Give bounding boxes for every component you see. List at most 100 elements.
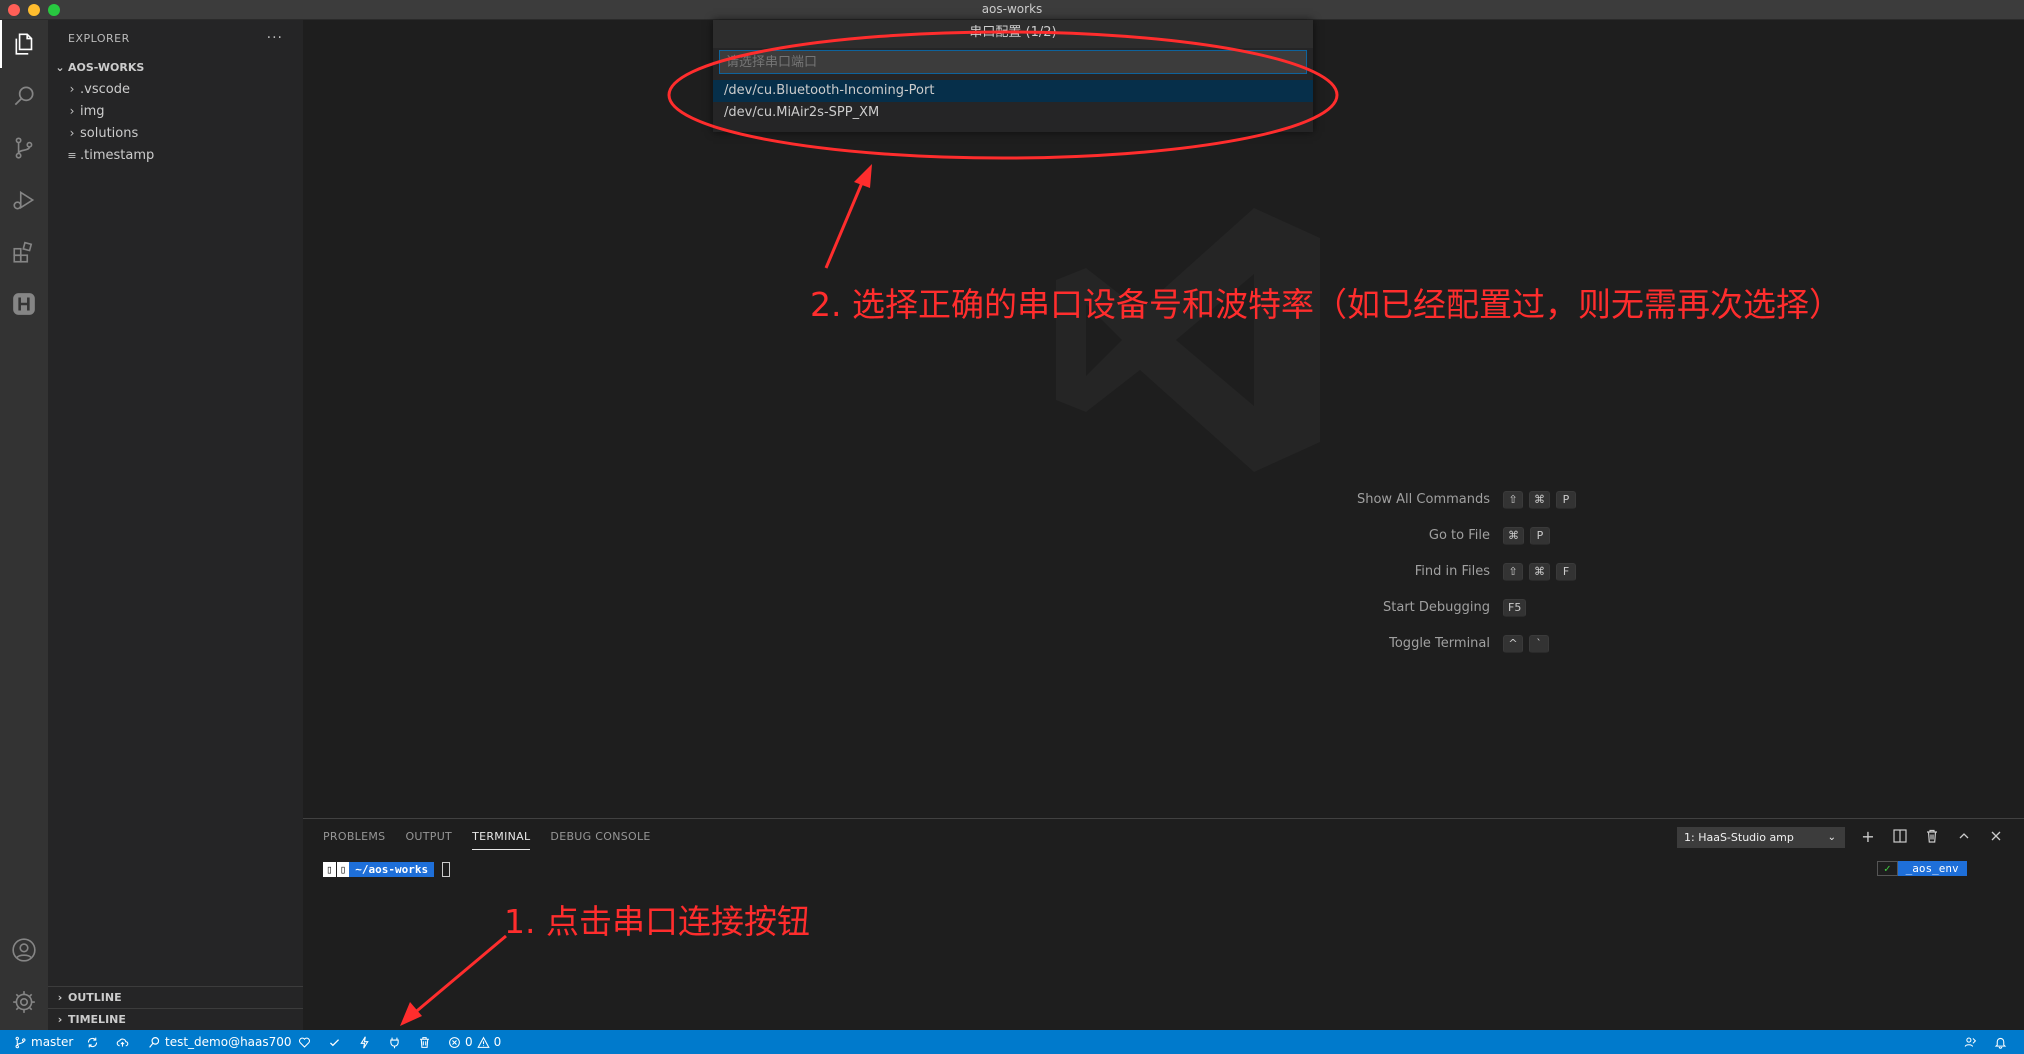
- key-cap: ⇧: [1503, 563, 1523, 581]
- annotation-step-1: 1. 点击串口连接按钮: [504, 902, 810, 941]
- tree-item-label: solutions: [80, 125, 139, 141]
- trash-icon[interactable]: [1923, 827, 1941, 845]
- warning-icon: [476, 1036, 490, 1048]
- branch-status[interactable]: master: [14, 1030, 73, 1054]
- device-name: test_demo@haas700: [165, 1035, 292, 1049]
- prompt-path: ~/aos-works: [349, 861, 435, 877]
- terminal-right-prompt: ✓ _aos_env: [1877, 861, 1967, 877]
- chevron-right-icon: ›: [57, 991, 63, 1004]
- prompt-segment: ▯: [336, 861, 350, 877]
- tree-item-vscode[interactable]: › .vscode: [48, 78, 303, 100]
- shortcut-label: Show All Commands: [1356, 492, 1490, 507]
- key-cap: ⇧: [1503, 491, 1523, 509]
- shortcut-label: Toggle Terminal: [1389, 636, 1490, 651]
- chevron-down-icon: ⌄: [55, 60, 65, 74]
- flash-icon[interactable]: [358, 1030, 371, 1054]
- notifications-bell-icon[interactable]: [1994, 1030, 2007, 1054]
- git-branch-icon: [15, 1036, 26, 1048]
- env-badge: _aos_env: [1897, 861, 1967, 876]
- key-cap: ⌘: [1503, 527, 1524, 545]
- clean-trash-icon[interactable]: [418, 1030, 431, 1054]
- tab-terminal[interactable]: TERMINAL: [472, 819, 531, 850]
- annotation-step-2: 2. 选择正确的串口设备号和波特率（如已经配置过，则无需再次选择）: [810, 285, 1842, 324]
- explorer-header: EXPLORER ···: [48, 20, 303, 56]
- status-check-icon: ✓: [1877, 861, 1898, 876]
- key-cap: P: [1556, 491, 1576, 509]
- terminal-cursor: [442, 861, 451, 877]
- tree-item-label: .timestamp: [80, 147, 155, 163]
- haas-studio-icon[interactable]: [0, 280, 48, 328]
- status-bar: master test_demo@haas700 0 0: [0, 1030, 2024, 1054]
- title-bar: aos-works: [0, 0, 2024, 20]
- live-share-icon[interactable]: [1964, 1030, 1977, 1054]
- tab-problems[interactable]: PROBLEMS: [323, 819, 385, 855]
- editor-area: Show All Commands ⇧ ⌘ P Go to File ⌘ P F…: [303, 20, 2024, 818]
- account-icon[interactable]: [0, 926, 48, 974]
- shortcut-label: Find in Files: [1414, 564, 1490, 579]
- tab-output[interactable]: OUTPUT: [405, 819, 452, 855]
- source-control-icon[interactable]: [0, 124, 48, 172]
- close-panel-icon[interactable]: [1987, 827, 2005, 845]
- run-debug-icon[interactable]: [0, 176, 48, 224]
- chevron-right-icon: ›: [69, 82, 75, 96]
- workspace-root-label: AOS-WORKS: [68, 60, 145, 74]
- terminal-prompt[interactable]: ▯ ▯ ~/aos-works: [323, 861, 451, 877]
- chevron-right-icon: ›: [69, 104, 75, 118]
- activity-bar: [0, 20, 48, 1030]
- terminal-select[interactable]: 1: HaaS-Studio amp ⌄: [1677, 827, 1845, 848]
- tab-debug-console[interactable]: DEBUG CONSOLE: [550, 819, 650, 855]
- shortcut-row: Toggle Terminal ^ `: [303, 634, 2024, 654]
- serial-port-option[interactable]: /dev/cu.Bluetooth-Incoming-Port: [713, 80, 1313, 102]
- device-status[interactable]: test_demo@haas700: [148, 1030, 292, 1054]
- key-cap: ⌘: [1529, 491, 1550, 509]
- settings-gear-icon[interactable]: [0, 978, 48, 1026]
- shortcut-row: Show All Commands ⇧ ⌘ P: [303, 490, 2024, 510]
- problems-status[interactable]: 0 0: [448, 1030, 501, 1054]
- error-count: 0: [465, 1035, 473, 1049]
- chevron-right-icon: ›: [69, 126, 75, 140]
- search-icon: [149, 1036, 160, 1048]
- panel-tabs: PROBLEMS OUTPUT TERMINAL DEBUG CONSOLE: [323, 819, 651, 855]
- key-cap: ⌘: [1529, 563, 1550, 581]
- build-check-icon[interactable]: [328, 1030, 341, 1054]
- warning-count: 0: [493, 1035, 502, 1049]
- shortcut-row: Start Debugging F5: [303, 598, 2024, 618]
- extensions-icon[interactable]: [0, 228, 48, 276]
- more-actions-icon[interactable]: ···: [267, 30, 283, 46]
- cloud-upload-icon[interactable]: [116, 1030, 129, 1054]
- vscode-logo-watermark-icon: [1056, 208, 1320, 472]
- explorer-icon[interactable]: [0, 20, 48, 68]
- serial-connect-plug-icon[interactable]: [388, 1030, 401, 1054]
- key-cap: F5: [1503, 599, 1527, 617]
- key-cap: ^: [1503, 635, 1523, 653]
- workspace-root[interactable]: ⌄ AOS-WORKS: [48, 56, 303, 78]
- file-lines-icon: ≡: [67, 148, 77, 162]
- sync-icon[interactable]: [86, 1030, 99, 1054]
- tree-item-label: img: [80, 103, 105, 119]
- panel-actions: +: [1859, 827, 2005, 846]
- new-terminal-icon[interactable]: +: [1859, 827, 1877, 846]
- explorer-sidebar: EXPLORER ··· ⌄ AOS-WORKS › .vscode › img…: [48, 20, 303, 1030]
- search-icon[interactable]: [0, 72, 48, 120]
- split-terminal-icon[interactable]: [1891, 827, 1909, 845]
- tree-item-img[interactable]: › img: [48, 100, 303, 122]
- quick-pick-title: 串口配置 (1/2): [713, 20, 1313, 48]
- outline-section[interactable]: › OUTLINE: [48, 986, 303, 1008]
- prompt-segment: ▯: [323, 861, 336, 877]
- serial-port-input[interactable]: [719, 50, 1307, 74]
- heart-icon[interactable]: [298, 1030, 311, 1054]
- branch-name: master: [31, 1035, 74, 1049]
- maximize-panel-icon[interactable]: [1955, 827, 1973, 845]
- serial-port-option[interactable]: /dev/cu.MiAir2s-SPP_XM: [713, 102, 1313, 124]
- window-title: aos-works: [981, 2, 1043, 16]
- tree-item-label: .vscode: [80, 81, 130, 97]
- tree-item-timestamp[interactable]: ≡ .timestamp: [48, 144, 303, 166]
- serial-port-list: /dev/cu.Bluetooth-Incoming-Port /dev/cu.…: [713, 80, 1313, 124]
- error-icon: [449, 1036, 460, 1048]
- key-cap: `: [1529, 635, 1549, 653]
- key-cap: P: [1530, 527, 1550, 545]
- key-cap: F: [1556, 563, 1576, 581]
- tree-item-solutions[interactable]: › solutions: [48, 122, 303, 144]
- timeline-section[interactable]: › TIMELINE: [48, 1008, 303, 1030]
- outline-label: OUTLINE: [68, 991, 122, 1004]
